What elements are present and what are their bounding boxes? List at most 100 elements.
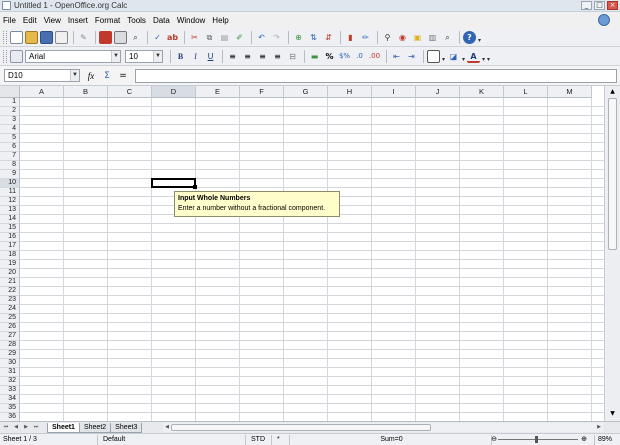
row-header-18[interactable]: 18 [0,251,20,260]
row-header-34[interactable]: 34 [0,395,20,404]
column-header-e[interactable]: E [196,86,240,98]
spreadsheet-grid[interactable]: ABCDEFGHIJKLM 1 2 3 4 5 6 7 8 9 10 11 12 13 14 15 16 17 1… [0,86,604,421]
toolbar-overflow-icon[interactable]: ▾ [487,50,492,63]
row-header-4[interactable]: 4 [0,125,20,134]
open-folder-icon[interactable] [25,30,38,44]
tab-sheet1[interactable]: Sheet1 [47,422,80,433]
help-icon[interactable]: ? [463,30,476,44]
toolbar-grip[interactable] [3,49,7,63]
chevron-down-icon[interactable]: ▼ [70,70,79,81]
status-page-style[interactable]: Default [100,435,246,445]
name-box[interactable]: D10 ▼ [4,69,80,82]
column-header-c[interactable]: C [108,86,152,98]
row-header-6[interactable]: 6 [0,143,20,152]
row-header-5[interactable]: 5 [0,134,20,143]
menu-tools[interactable]: Tools [127,16,146,25]
previous-sheet-arrow-icon[interactable]: ◀ [12,423,20,432]
row-header-36[interactable]: 36 [0,413,20,421]
row-header-33[interactable]: 33 [0,386,20,395]
close-button[interactable]: × [607,1,618,10]
row-header-1[interactable]: 1 [0,98,20,107]
print-icon[interactable] [114,30,127,44]
row-header-10[interactable]: 10 [0,179,20,188]
copy-icon[interactable]: ⧉ [203,31,216,44]
column-header-f[interactable]: F [240,86,284,98]
zoom-slider-knob[interactable] [535,436,538,443]
zoom-in-icon[interactable]: ⊕ [580,435,588,444]
clone-formatting-icon[interactable]: ✐ [233,31,246,44]
row-header-14[interactable]: 14 [0,215,20,224]
row-header-17[interactable]: 17 [0,242,20,251]
redo-icon[interactable]: ↷ [270,31,283,44]
menu-help[interactable]: Help [212,16,228,25]
column-header-a[interactable]: A [20,86,64,98]
row-header-29[interactable]: 29 [0,350,20,359]
styles-formatting-icon[interactable] [10,49,23,63]
function-button[interactable]: = [116,69,130,83]
add-decimal-icon[interactable]: .0 [353,50,366,63]
row-header-2[interactable]: 2 [0,107,20,116]
column-header-b[interactable]: B [64,86,108,98]
currency-format-icon[interactable]: ▬ [308,50,321,63]
row-header-20[interactable]: 20 [0,269,20,278]
font-name-combo[interactable]: Arial ▼ [25,49,121,63]
vertical-scrollbar[interactable]: ▲ ▼ [604,86,620,421]
menu-file[interactable]: File [3,16,16,25]
row-header-21[interactable]: 21 [0,278,20,287]
row-header-35[interactable]: 35 [0,404,20,413]
row-header-25[interactable]: 25 [0,314,20,323]
gallery-icon[interactable]: ▣ [411,31,424,44]
percent-format-button[interactable]: % [323,50,336,63]
formula-input[interactable] [135,69,617,83]
data-sources-icon[interactable]: ▥ [426,31,439,44]
menu-format[interactable]: Format [95,16,120,25]
spellcheck-icon[interactable]: ✓ [151,31,164,44]
page-preview-icon[interactable]: ⌕ [129,31,142,44]
sum-button[interactable]: Σ [100,69,114,83]
minimize-button[interactable]: _ [581,1,592,10]
row-header-19[interactable]: 19 [0,260,20,269]
show-draw-functions-icon[interactable]: ✏ [359,31,372,44]
row-header-12[interactable]: 12 [0,197,20,206]
row-header-8[interactable]: 8 [0,161,20,170]
menu-view[interactable]: View [44,16,61,25]
font-color-icon[interactable]: A [467,50,480,63]
row-header-9[interactable]: 9 [0,170,20,179]
row-header-15[interactable]: 15 [0,224,20,233]
row-header-7[interactable]: 7 [0,152,20,161]
autospellcheck-icon[interactable]: ab [166,31,179,44]
menu-window[interactable]: Window [177,16,205,25]
autofill-handle[interactable] [193,185,197,189]
toolbar-grip[interactable] [3,30,7,44]
undo-icon[interactable]: ↶ [255,31,268,44]
next-sheet-arrow-icon[interactable]: ▶ [22,423,30,432]
cut-icon[interactable]: ✂ [188,31,201,44]
align-left-icon[interactable]: ≡ [226,50,239,63]
decrease-indent-icon[interactable]: ⇤ [390,50,403,63]
hyperlink-icon[interactable]: ⊕ [292,31,305,44]
row-header-31[interactable]: 31 [0,368,20,377]
standard-format-icon[interactable]: $% [338,50,351,63]
horizontal-scrollbar[interactable]: ◀ ▶ [163,423,603,432]
zoom-slider[interactable] [498,439,578,440]
row-header-27[interactable]: 27 [0,332,20,341]
row-header-16[interactable]: 16 [0,233,20,242]
column-header-m[interactable]: M [548,86,592,98]
column-header-k[interactable]: K [460,86,504,98]
italic-button[interactable]: I [189,50,202,63]
tab-sheet2[interactable]: Sheet2 [78,422,112,433]
chevron-down-icon[interactable]: ▼ [153,50,162,62]
row-header-26[interactable]: 26 [0,323,20,332]
status-sum[interactable]: Sum=0 [292,435,492,445]
row-header-22[interactable]: 22 [0,287,20,296]
cell-gridlines[interactable] [20,98,604,421]
merge-cells-icon[interactable]: ⊟ [286,50,299,63]
find-replace-icon[interactable]: ⚲ [381,31,394,44]
borders-icon[interactable] [427,49,440,63]
scroll-left-arrow-icon[interactable]: ◀ [163,423,171,432]
menu-data[interactable]: Data [153,16,170,25]
chevron-down-icon[interactable]: ▼ [111,50,120,62]
active-cell-cursor[interactable] [151,178,196,188]
export-pdf-icon[interactable] [99,30,112,44]
row-header-3[interactable]: 3 [0,116,20,125]
